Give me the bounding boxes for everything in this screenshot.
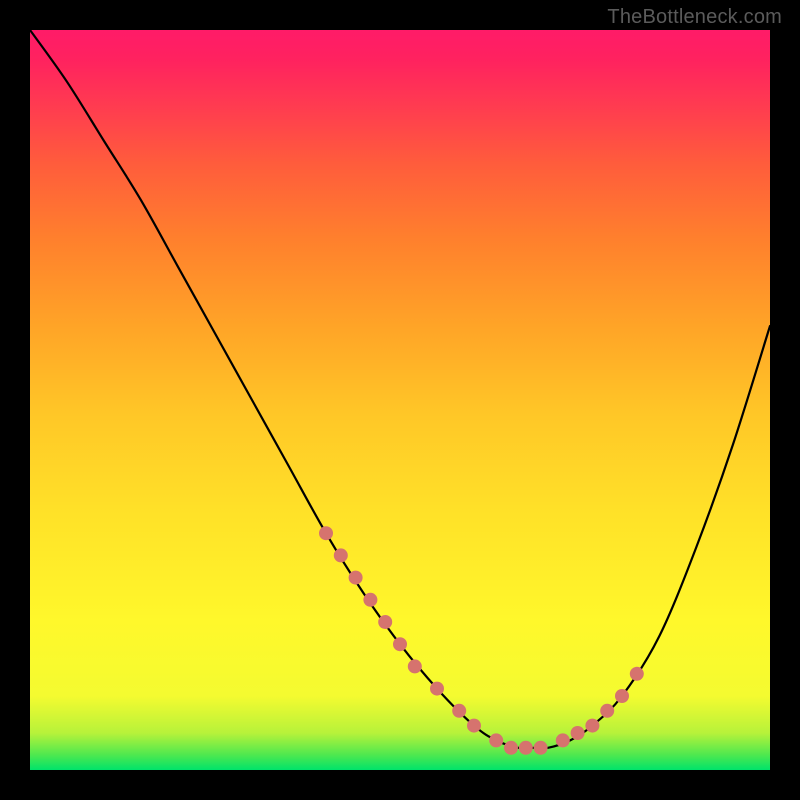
- marker-point: [534, 741, 548, 755]
- marker-point: [489, 733, 503, 747]
- marker-point: [556, 733, 570, 747]
- marker-point: [393, 637, 407, 651]
- marker-point: [349, 571, 363, 585]
- marker-point: [571, 726, 585, 740]
- attribution-text: TheBottleneck.com: [607, 6, 782, 29]
- curve-layer: [30, 30, 770, 770]
- marker-point: [600, 704, 614, 718]
- marker-point: [467, 719, 481, 733]
- marker-point: [585, 719, 599, 733]
- marker-point: [630, 667, 644, 681]
- marker-point: [615, 689, 629, 703]
- marker-point: [430, 682, 444, 696]
- marker-point: [408, 659, 422, 673]
- highlighted-points: [319, 526, 644, 755]
- marker-point: [363, 593, 377, 607]
- marker-point: [504, 741, 518, 755]
- plot-area: [30, 30, 770, 770]
- marker-point: [334, 548, 348, 562]
- marker-point: [519, 741, 533, 755]
- marker-point: [319, 526, 333, 540]
- marker-point: [452, 704, 466, 718]
- marker-point: [378, 615, 392, 629]
- chart-frame: TheBottleneck.com: [0, 0, 800, 800]
